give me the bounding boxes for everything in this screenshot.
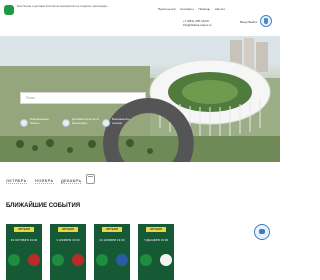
site-logo[interactable]	[4, 5, 14, 15]
team-crest-icon	[160, 254, 172, 266]
ticket-icon	[20, 119, 28, 127]
month-filter: ОКТЯБРЬ НОЯБРЬ ДЕКАБРЬ	[0, 170, 280, 190]
team-crest-icon	[116, 254, 128, 266]
hero-banner: Поиск Официальные билеты Доставка билето…	[0, 36, 280, 162]
shield-icon	[102, 119, 110, 127]
header: Бесплатная и доставка билетов на меропри…	[0, 0, 280, 36]
calendar-icon[interactable]	[86, 174, 95, 184]
nav-link-help[interactable]: Помощь	[199, 7, 211, 11]
month-tab-december[interactable]: ДЕКАБРЬ	[61, 178, 82, 184]
feature-official: Официальные билеты	[20, 117, 58, 138]
contacts-block: +7 (861) 205-15-00 info@tickets.arena.ru	[183, 19, 211, 27]
feature-delivery: Доставка билетов по Краснодару	[62, 117, 100, 138]
tagline-line: Бесплатная и доставка билетов на меропри…	[17, 5, 108, 8]
search-bar[interactable]: Поиск	[20, 92, 194, 162]
team-crest-icon	[28, 254, 40, 266]
event-date: 24 НОЯБРЯ 19:00	[99, 238, 125, 242]
event-badge: ФУТБОЛ	[58, 227, 78, 232]
login-link[interactable]: Вход/ Выйти	[240, 20, 257, 24]
month-tab-november[interactable]: НОЯБРЬ	[35, 178, 54, 184]
feature-label: Официальные билеты	[30, 117, 49, 125]
delivery-icon	[62, 119, 70, 127]
event-date: 3 НОЯБРЯ 19:00	[56, 238, 80, 242]
event-badge: ФУТБОЛ	[14, 227, 34, 232]
event-card[interactable]: ФУТБОЛ 24 НОЯБРЯ 19:00	[94, 224, 130, 280]
feature-label: Безопасность покупки	[112, 117, 130, 125]
event-card[interactable]: ФУТБОЛ 7 ДЕКАБРЯ 19:00	[138, 224, 174, 280]
event-date: 7 ДЕКАБРЯ 19:00	[143, 238, 169, 242]
email-link[interactable]: info@tickets.arena.ru	[183, 23, 211, 27]
team-crest-icon	[140, 254, 152, 266]
sponsor-logo-icon	[260, 15, 272, 27]
top-nav: Пресс-центр Контакты Помощь Как это	[158, 7, 225, 11]
team-crest-icon	[96, 254, 108, 266]
month-tab-october[interactable]: ОКТЯБРЬ	[6, 178, 27, 184]
feature-label: Доставка билетов по Краснодару	[72, 117, 100, 125]
nav-link-contacts[interactable]: Контакты	[181, 7, 194, 11]
nav-link-press[interactable]: Пресс-центр	[158, 7, 176, 11]
events-heading: БЛИЖАЙШИЕ СОБЫТИЯ	[6, 203, 81, 209]
feature-safety: Безопасность покупки	[102, 117, 140, 138]
team-crest-icon	[52, 254, 64, 266]
features-strip: Официальные билеты Доставка билетов по К…	[20, 117, 140, 138]
chat-icon[interactable]	[254, 224, 270, 240]
event-badge: ФУТБОЛ	[146, 227, 166, 232]
header-tagline: Бесплатная и доставка билетов на меропри…	[17, 5, 162, 9]
team-crest-icon	[8, 254, 20, 266]
nav-link-about[interactable]: Как это	[215, 7, 225, 11]
event-date: 03 ОКТЯБРЯ 19:00	[10, 238, 38, 242]
event-card[interactable]: ФУТБОЛ 03 ОКТЯБРЯ 19:00	[6, 224, 42, 280]
event-badge: ФУТБОЛ	[102, 227, 122, 232]
event-card[interactable]: ФУТБОЛ 3 НОЯБРЯ 19:00	[50, 224, 86, 280]
team-crest-icon	[72, 254, 84, 266]
